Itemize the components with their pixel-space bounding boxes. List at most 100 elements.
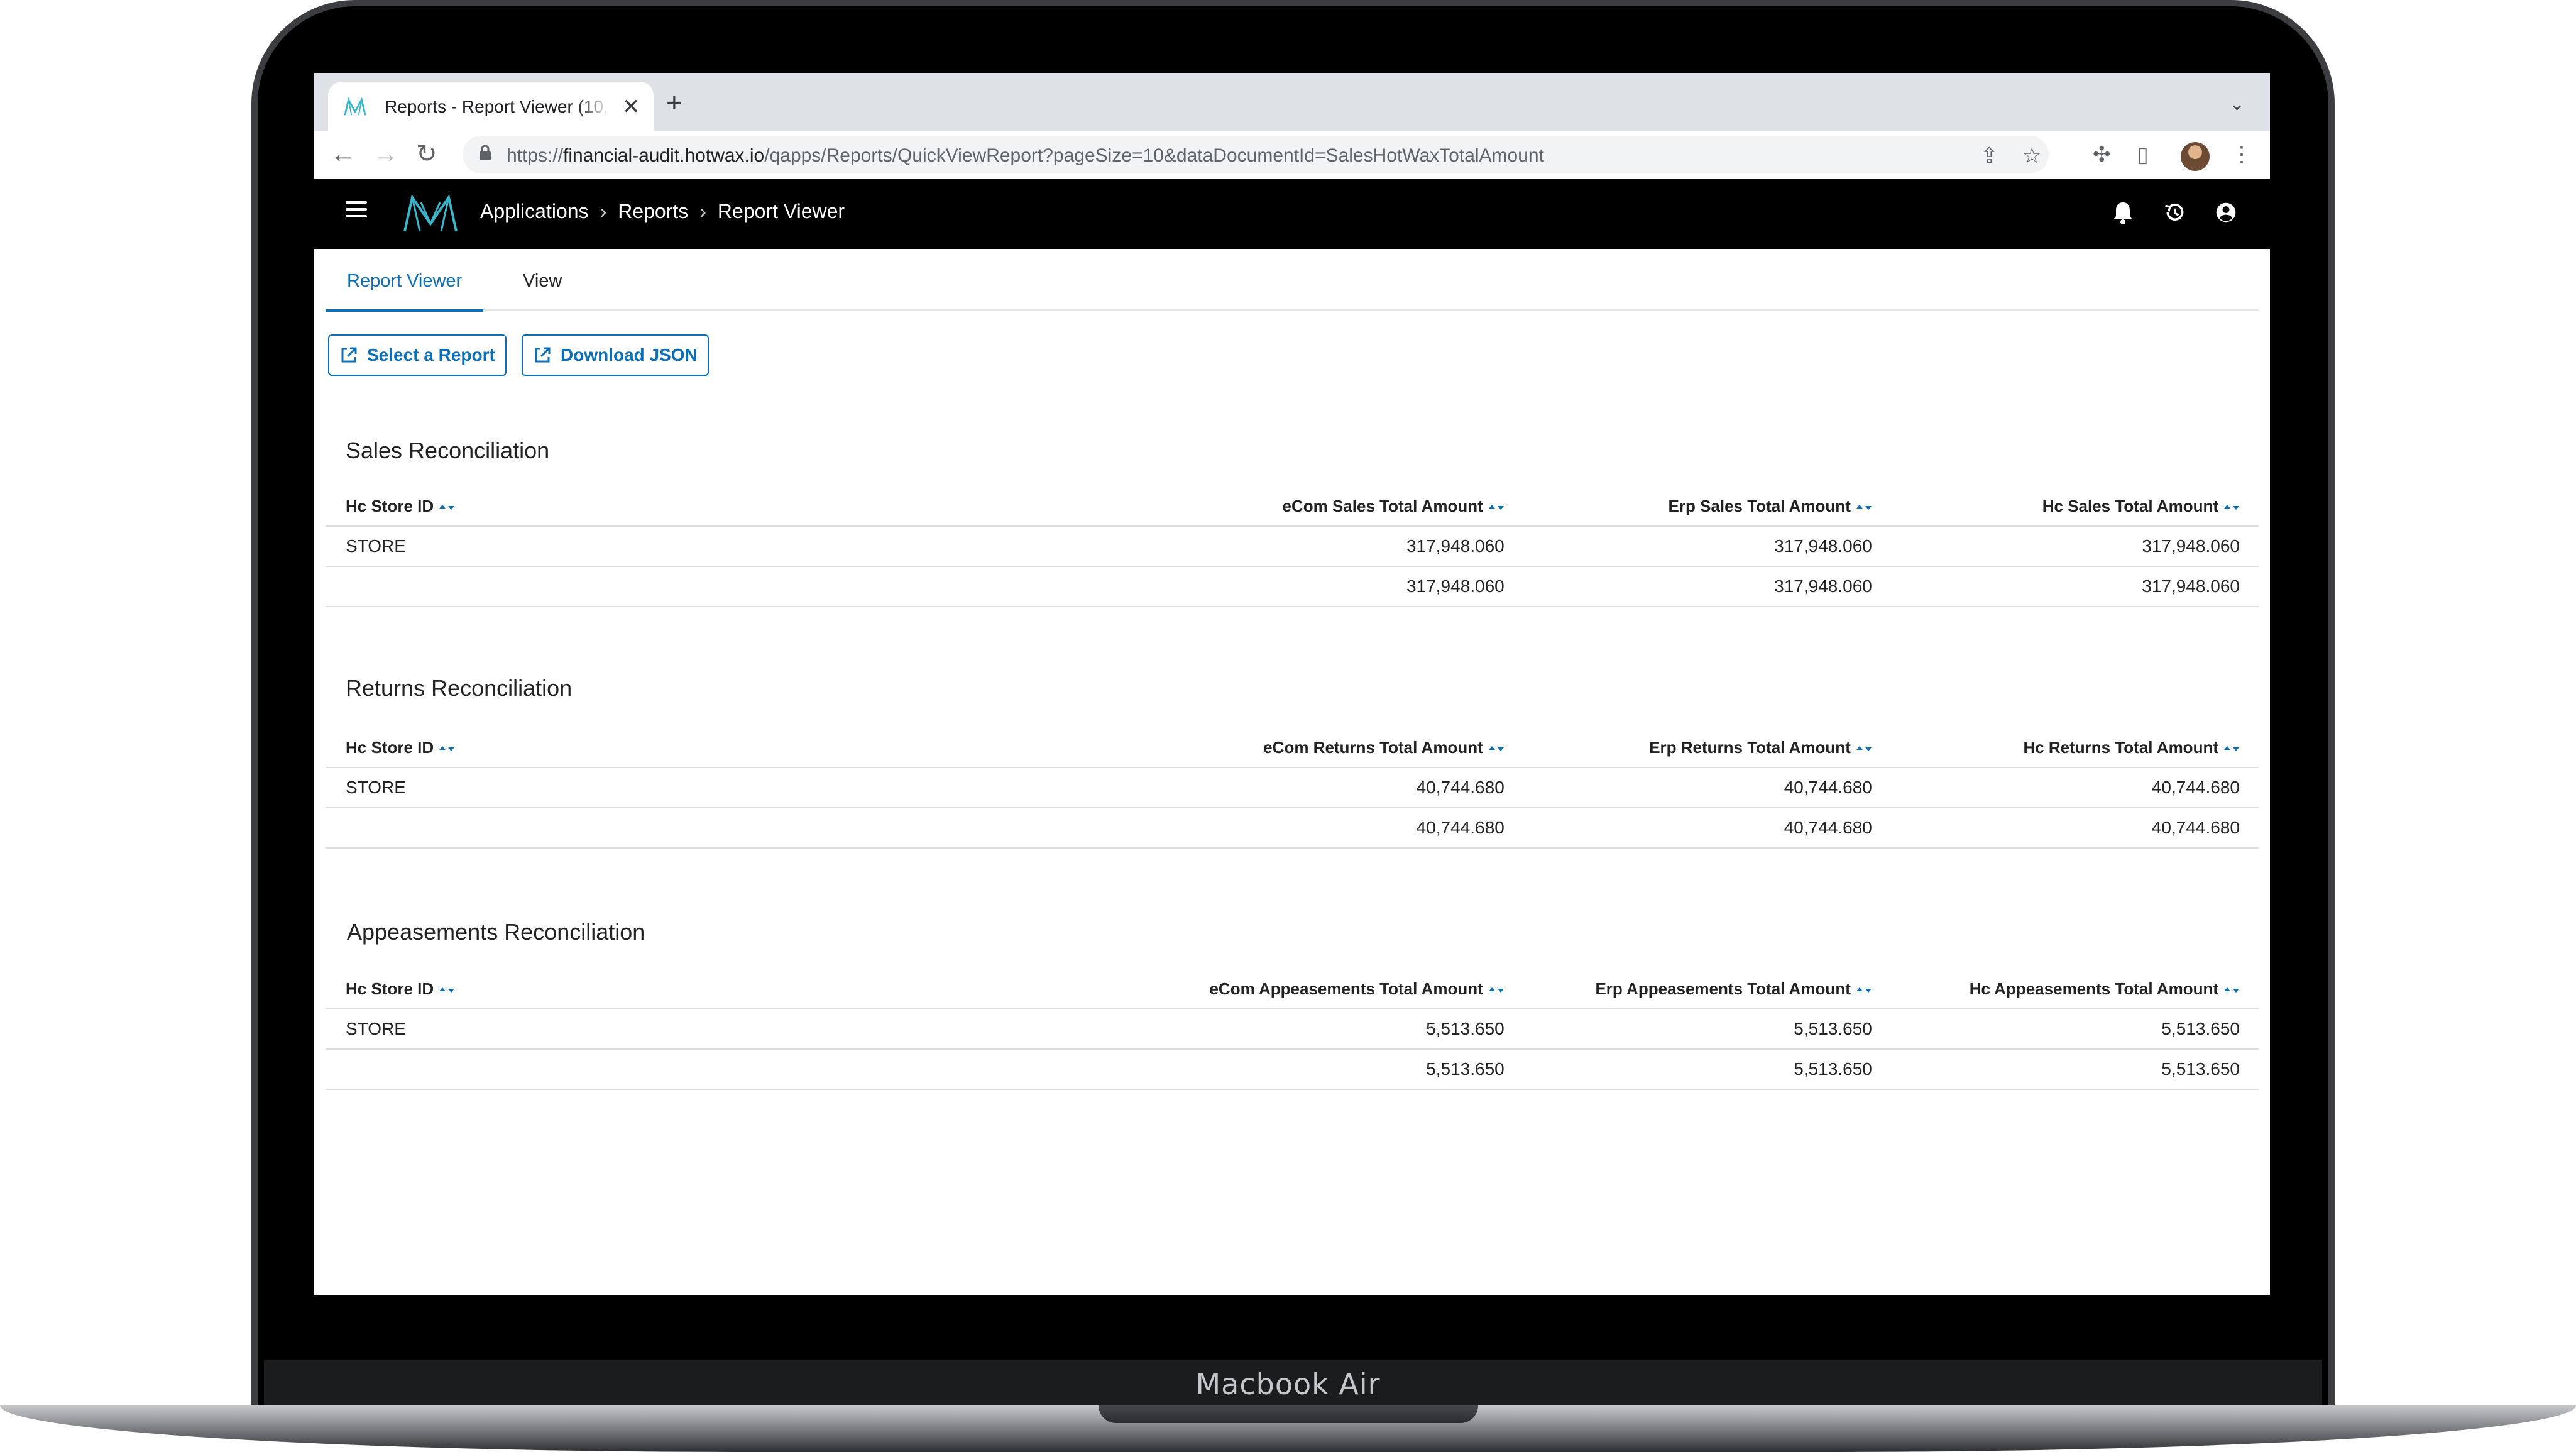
select-report-label: Select a Report [367,345,495,365]
table-row: STORE 40,744.680 40,744.680 40,744.680 [326,767,2259,808]
new-tab-plus-icon[interactable]: + [666,89,682,117]
column-header[interactable]: eCom Sales Total Amount [997,487,1523,527]
table-row-total: 317,948.060 317,948.060 317,948.060 [326,566,2259,607]
extensions-puzzle-icon[interactable]: ✣ [2093,142,2111,167]
column-header[interactable]: Hc Store ID [326,487,998,527]
table-cell: 40,744.680 [1523,808,1891,849]
table-cell: 5,513.650 [997,1009,1523,1050]
column-header[interactable]: Hc Store ID [326,969,998,1009]
tab-report-viewer[interactable]: Report Viewer [326,272,484,312]
history-icon[interactable] [2163,200,2186,225]
laptop-model-label: Macbook Air [1195,1367,1381,1401]
sort-icon[interactable] [2223,984,2240,996]
table-cell: 5,513.650 [997,1049,1523,1090]
browser-tab-title: Reports - Report Viewer (10, S [385,97,611,116]
more-vertical-icon[interactable]: ⋮ [2231,142,2252,167]
sort-icon[interactable] [1856,502,1872,513]
browser-toolbar: ← → ↻ https://financial-audit.hotwax.io/… [314,131,2270,179]
breadcrumb-applications[interactable]: Applications [480,200,589,223]
appeasements-reconciliation-table: Hc Store ID eCom Appeasements Total Amou… [326,969,2259,1090]
table-cell: 5,513.650 [1890,1009,2259,1050]
table-cell: 40,744.680 [1890,767,2259,808]
address-bar[interactable]: https://financial-audit.hotwax.io/qapps/… [463,136,2049,173]
column-header[interactable]: Hc Returns Total Amount [1890,728,2259,768]
table-row: STORE 317,948.060 317,948.060 317,948.06… [326,526,2259,567]
column-header[interactable]: Hc Appeasements Total Amount [1890,969,2259,1009]
side-panel-icon[interactable]: ▯ [2137,142,2149,167]
browser-tab[interactable]: Reports - Report Viewer (10, S ✕ [328,82,654,131]
table-cell: 40,744.680 [997,808,1523,849]
share-icon[interactable]: ⇪ [1980,143,1998,168]
view-tabs: Report Viewer View [326,249,2259,312]
sort-icon[interactable] [1856,743,1872,754]
chevron-down-icon[interactable]: ⌄ [2229,93,2245,115]
laptop-notch [1099,1405,1478,1423]
tab-view[interactable]: View [501,272,583,309]
account-circle-icon[interactable] [2215,200,2237,225]
table-cell: 40,744.680 [997,767,1523,808]
returns-reconciliation-table: Hc Store ID eCom Returns Total Amount Er… [326,728,2259,849]
bell-icon[interactable] [2112,200,2134,225]
table-cell: 5,513.650 [1523,1009,1891,1050]
table-cell: 5,513.650 [1523,1049,1891,1090]
column-header[interactable]: Hc Sales Total Amount [1890,487,2259,527]
table-row-total: 40,744.680 40,744.680 40,744.680 [326,808,2259,849]
download-json-label: Download JSON [561,345,698,365]
table-cell: 317,948.060 [1890,566,2259,607]
browser-tabstrip: Reports - Report Viewer (10, S ✕ + ⌄ [314,73,2270,131]
table-row-total: 5,513.650 5,513.650 5,513.650 [326,1049,2259,1090]
table-cell [326,566,998,607]
sort-icon[interactable] [1488,984,1504,996]
section-title: Sales Reconciliation [346,437,550,463]
open-external-icon [341,347,357,363]
column-header[interactable]: Erp Returns Total Amount [1523,728,1891,768]
column-header[interactable]: Erp Appeasements Total Amount [1523,969,1891,1009]
table-cell: 317,948.060 [997,526,1523,567]
sort-icon[interactable] [439,984,455,996]
chevron-right-icon: › [600,200,607,223]
column-header[interactable]: Hc Store ID [326,728,998,768]
table-cell: 5,513.650 [1890,1049,2259,1090]
hamburger-menu-icon[interactable] [346,201,367,217]
sort-icon[interactable] [1856,984,1872,996]
open-external-icon [535,347,551,363]
column-header[interactable]: Erp Sales Total Amount [1523,487,1891,527]
download-json-button[interactable]: Download JSON [522,334,709,376]
profile-avatar[interactable] [2181,142,2210,171]
reload-icon[interactable]: ↻ [416,140,437,168]
forward-arrow-icon[interactable]: → [373,140,398,168]
lock-icon [480,145,491,160]
sort-icon[interactable] [2223,502,2240,513]
sort-icon[interactable] [1488,502,1504,513]
column-header[interactable]: eCom Returns Total Amount [997,728,1523,768]
table-cell: 317,948.060 [997,566,1523,607]
breadcrumb: Applications › Reports › Report Viewer [480,200,845,223]
select-report-button[interactable]: Select a Report [328,334,507,376]
hotwax-favicon-icon [344,97,366,116]
url-text: https://financial-audit.hotwax.io/qapps/… [507,145,1544,166]
breadcrumb-reports[interactable]: Reports [618,200,688,223]
table-cell: STORE [326,1009,998,1050]
sort-icon[interactable] [1488,743,1504,754]
back-arrow-icon[interactable]: ← [331,140,356,168]
close-icon[interactable]: ✕ [622,94,640,119]
bookmark-star-icon[interactable]: ☆ [2022,143,2041,168]
column-header[interactable]: eCom Appeasements Total Amount [997,969,1523,1009]
table-cell: STORE [326,767,998,808]
table-cell [326,808,998,849]
section-title: Returns Reconciliation [346,675,573,701]
screen: Reports - Report Viewer (10, S ✕ + ⌄ ← →… [314,73,2270,1295]
section-title: Appeasements Reconciliation [347,919,645,945]
table-row: STORE 5,513.650 5,513.650 5,513.650 [326,1009,2259,1050]
hotwax-logo-icon[interactable] [402,192,459,234]
chevron-right-icon: › [699,200,706,223]
sales-reconciliation-table: Hc Store ID eCom Sales Total Amount Erp … [326,487,2259,607]
sort-icon[interactable] [439,743,455,754]
table-cell: STORE [326,526,998,567]
sort-icon[interactable] [2223,743,2240,754]
table-cell [326,1049,998,1090]
breadcrumb-report-viewer: Report Viewer [717,200,845,223]
table-cell: 317,948.060 [1523,526,1891,567]
app-header: Applications › Reports › Report Viewer [314,179,2270,249]
sort-icon[interactable] [439,502,455,513]
